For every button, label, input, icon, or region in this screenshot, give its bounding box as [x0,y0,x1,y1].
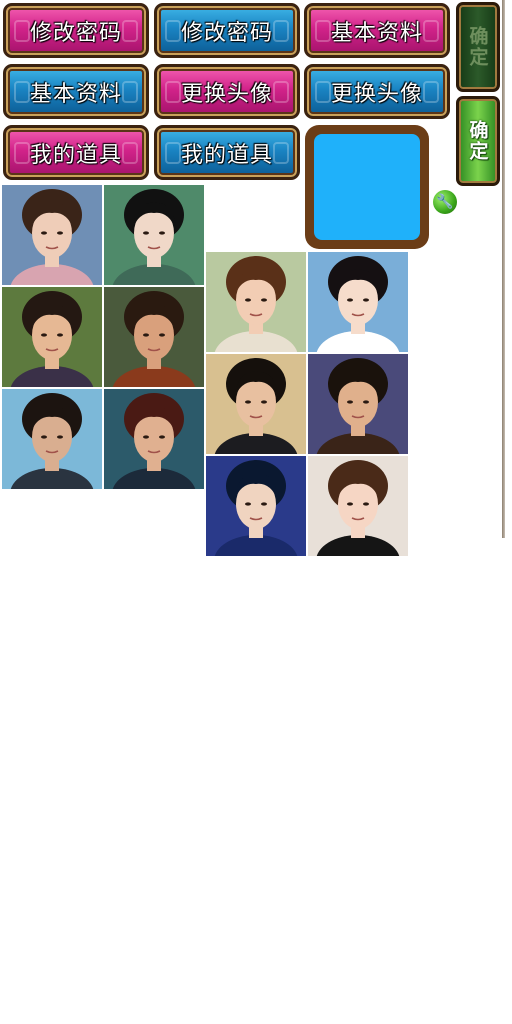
my-items-label: 我的道具 [29,142,122,168]
change-avatar-label: 更换头像 [180,81,273,107]
my-items-button-alt[interactable]: 我的道具 [154,125,300,180]
basic-info-button-alt[interactable]: 基本资料 [3,64,149,119]
confirm-disabled-label: 确定 [466,26,489,68]
my-items-label-alt: 我的道具 [180,142,273,168]
avatar-preview[interactable] [305,125,429,249]
portrait-man-curly-hair[interactable] [206,354,306,454]
change-password-button[interactable]: 修改密码 [3,3,149,58]
basic-info-button[interactable]: 基本资料 [304,3,450,58]
portrait-man-leather-jacket[interactable] [308,354,408,454]
change-password-label: 修改密码 [29,20,122,46]
portrait-man-sunglasses[interactable] [2,389,102,489]
change-password-button-alt[interactable]: 修改密码 [154,3,300,58]
my-items-button[interactable]: 我的道具 [3,125,149,180]
portrait-woman-smiling[interactable] [308,456,408,556]
change-avatar-label-alt: 更换头像 [330,81,423,107]
portrait-man-blue-hair[interactable] [206,456,306,556]
portrait-woman-glasses[interactable] [104,185,204,285]
confirm-button-disabled[interactable]: 确定 [456,2,500,92]
portrait-woman-long-black-hair[interactable] [308,252,408,352]
avatar-preview-fill [314,134,420,240]
portrait-man-fringe[interactable] [2,287,102,387]
portrait-woman-short-hair[interactable] [2,185,102,285]
portrait-woman-bob[interactable] [206,252,306,352]
basic-info-label: 基本资料 [330,20,423,46]
portrait-man-long-hair[interactable] [104,287,204,387]
confirm-label: 确定 [466,120,489,162]
wrench-icon[interactable]: 🔧 [433,190,457,214]
panel-edge [502,0,505,538]
change-avatar-button[interactable]: 更换头像 [154,64,300,119]
change-password-label-alt: 修改密码 [180,20,273,46]
portrait-man-dark-hair[interactable] [104,389,204,489]
confirm-button[interactable]: 确定 [456,96,500,186]
basic-info-label-alt: 基本资料 [29,81,122,107]
change-avatar-button-alt[interactable]: 更换头像 [304,64,450,119]
